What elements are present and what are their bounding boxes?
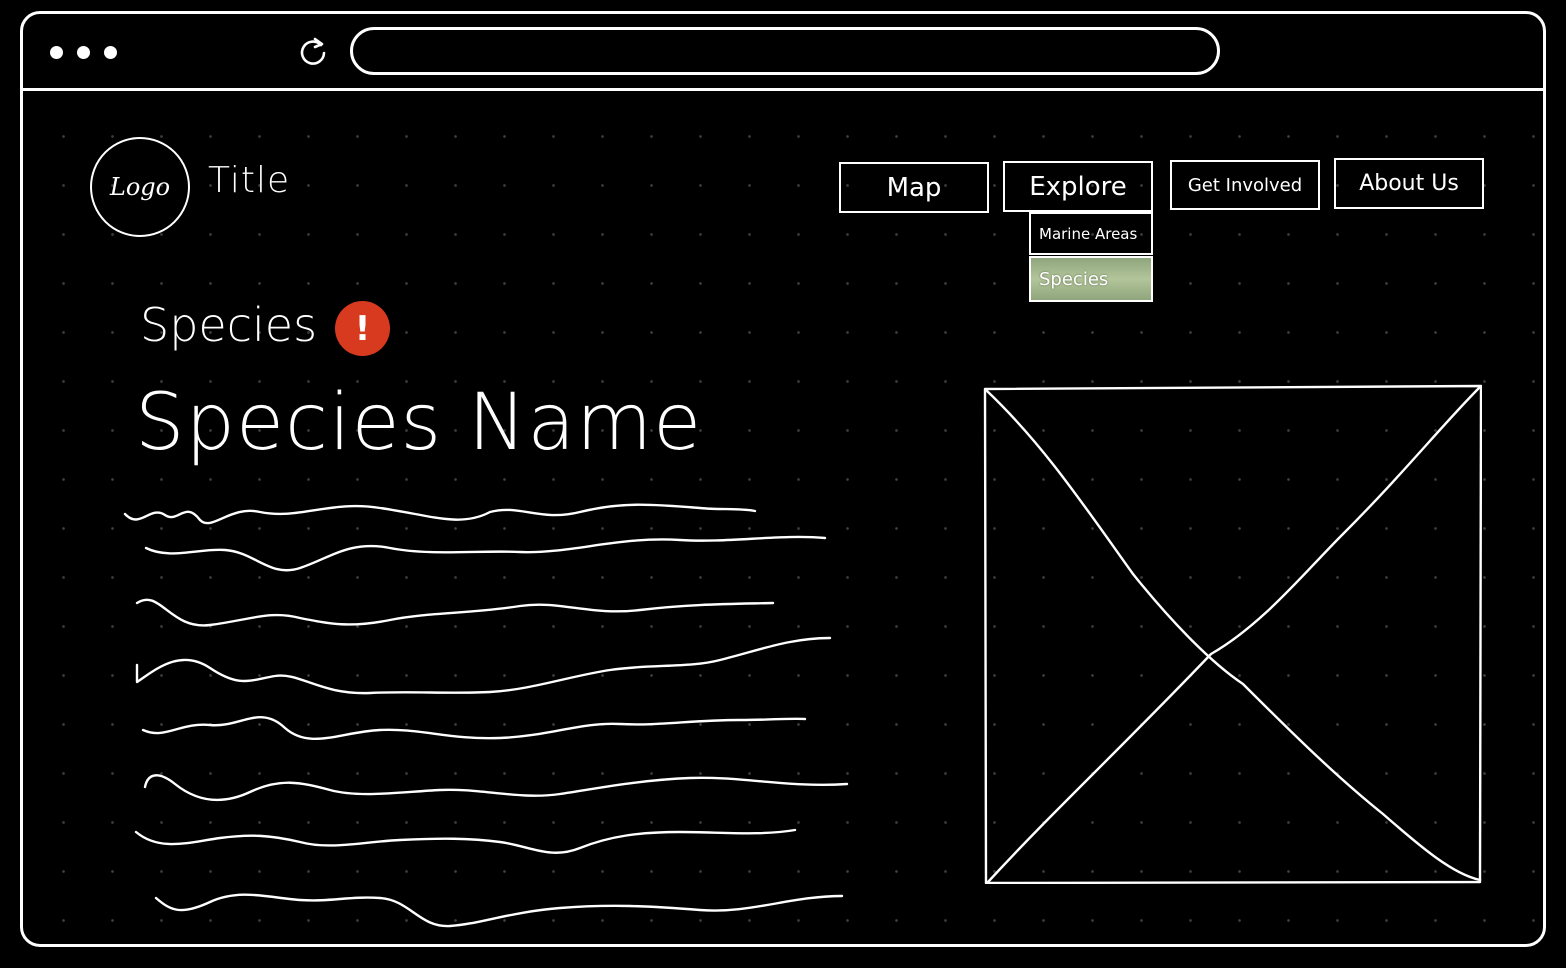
alert-symbol: ! [354, 308, 371, 349]
dropdown-item-species[interactable]: Species [1029, 256, 1153, 302]
reload-icon[interactable] [296, 34, 330, 68]
dropdown-item-marine-areas[interactable]: Marine Areas [1029, 212, 1153, 255]
window-control-dot[interactable] [50, 46, 63, 59]
nav-get-involved-label: Get Involved [1187, 174, 1303, 196]
dropdown-marine-areas-label: Marine Areas [1039, 224, 1138, 243]
address-bar[interactable] [350, 27, 1220, 75]
logo[interactable]: Logo [90, 137, 190, 237]
nav-explore-label: Explore [1029, 171, 1127, 202]
alert-icon[interactable]: ! [335, 301, 390, 356]
nav-explore-button[interactable]: Explore [1003, 161, 1153, 212]
window-control-dot[interactable] [77, 46, 90, 59]
dropdown-species-label: Species [1039, 268, 1109, 290]
logo-text: Logo [109, 173, 171, 201]
window-control-dot[interactable] [104, 46, 117, 59]
nav-map-label: Map [886, 172, 942, 203]
toolbar-divider [20, 88, 1546, 91]
species-name-heading: Species Name [135, 378, 703, 468]
section-label: Species [140, 298, 318, 352]
image-placeholder-icon [983, 384, 1482, 884]
site-title: Title [208, 160, 291, 201]
nav-map-button[interactable]: Map [839, 162, 989, 213]
nav-about-us-button[interactable]: About Us [1334, 158, 1484, 209]
nav-about-us-label: About Us [1359, 171, 1459, 196]
nav-get-involved-button[interactable]: Get Involved [1170, 160, 1320, 210]
